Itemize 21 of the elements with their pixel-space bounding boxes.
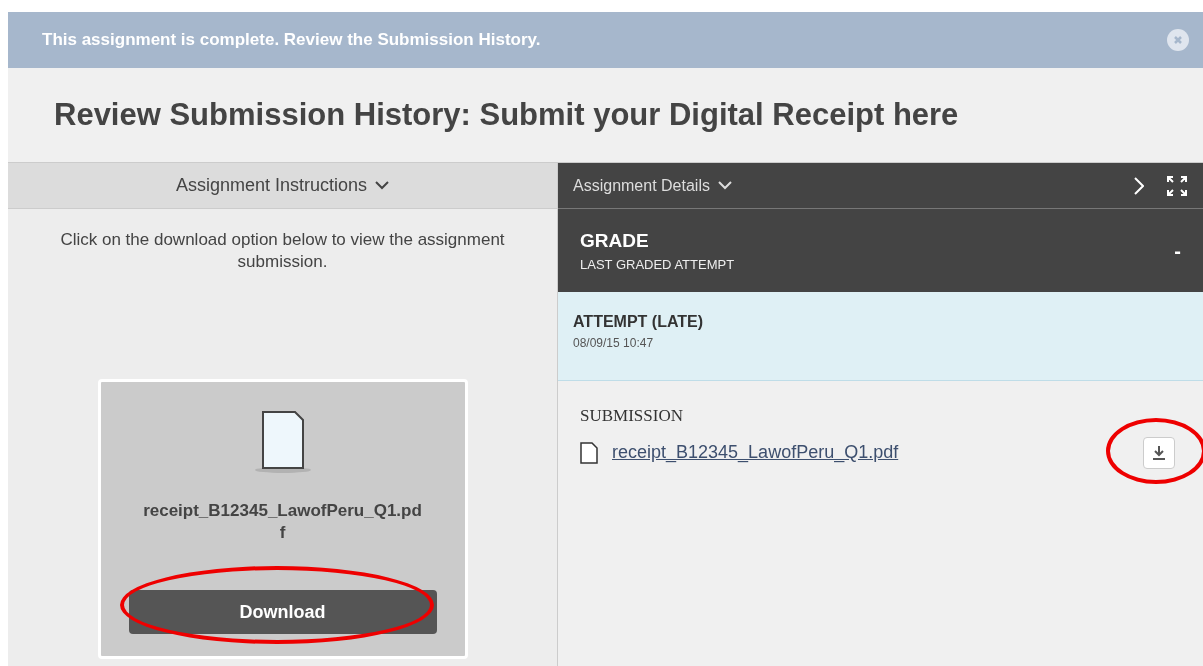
banner-message: This assignment is complete. Review the Submission History. — [42, 29, 541, 52]
attempt-title: ATTEMPT (LATE) — [573, 312, 705, 332]
attempt-date: 08/09/15 10:47 — [573, 335, 655, 352]
attempt-section[interactable]: ATTEMPT (LATE) 08/09/15 10:47 — [558, 292, 1203, 381]
expand-icon[interactable] — [1166, 174, 1188, 197]
file-link[interactable]: receipt_B12345_LawofPeru_Q1.pdf — [612, 439, 899, 466]
download-button[interactable]: Download — [128, 590, 437, 634]
grade-title: GRADE — [580, 228, 650, 253]
page-title: Review Submission History: Submit your Digital Receipt here — [54, 95, 959, 134]
grade-value: - — [1174, 238, 1181, 264]
chevron-down-icon — [375, 181, 390, 190]
submission-label: SUBMISSION — [580, 405, 684, 427]
chevron-down-icon — [717, 181, 732, 190]
document-icon — [580, 441, 598, 464]
details-dropdown[interactable]: Assignment Details — [573, 173, 732, 198]
chevron-right-icon[interactable] — [1134, 176, 1144, 195]
grade-subtitle: LAST GRADED ATTEMPT — [580, 256, 735, 274]
file-name: receipt_B12345_LawofPeru_Q1.pdf — [142, 500, 423, 544]
instructions-text: Click on the download option below to view the assignment submission. — [59, 229, 506, 273]
download-icon[interactable] — [1143, 436, 1175, 469]
panel-header-tab[interactable]: Assignment Instructions — [8, 163, 557, 209]
